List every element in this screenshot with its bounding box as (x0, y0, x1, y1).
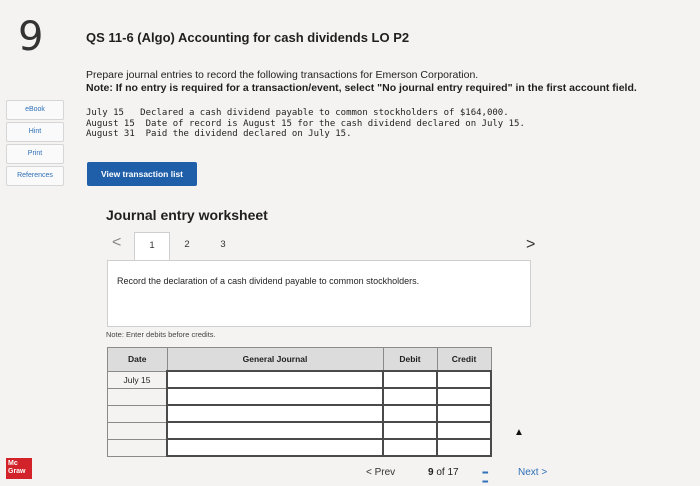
grid-icon[interactable]: ▪▪▪ ▪▪▪ (482, 468, 488, 486)
tab-1[interactable]: 1 (134, 232, 170, 261)
table-row: July 15 (107, 370, 492, 389)
credit-input[interactable] (436, 421, 492, 440)
col-credit: Credit (436, 347, 492, 372)
account-select[interactable] (166, 421, 384, 440)
hint-button[interactable]: Hint (6, 122, 64, 142)
current-page: 9 (428, 467, 434, 478)
col-general-journal: General Journal (166, 347, 384, 372)
table-row (107, 404, 492, 423)
col-date: Date (107, 347, 168, 372)
date-cell (107, 404, 168, 423)
credit-input[interactable] (436, 438, 492, 457)
credit-input[interactable] (436, 404, 492, 423)
transaction-line: August 15 Date of record is August 15 fo… (86, 118, 525, 129)
tab-3[interactable]: 3 (206, 232, 240, 258)
account-select[interactable] (166, 404, 384, 423)
entry-instruction-panel (107, 260, 531, 327)
date-cell (107, 387, 168, 406)
col-debit: Debit (382, 347, 438, 372)
mouse-cursor-icon: ▲ (514, 427, 524, 438)
ebook-button[interactable]: eBook (6, 100, 64, 120)
print-button[interactable]: Print (6, 144, 64, 164)
tab-2[interactable]: 2 (170, 232, 204, 258)
journal-table: Date General Journal Debit Credit July 1… (107, 347, 492, 457)
credit-input[interactable] (436, 370, 492, 389)
date-cell (107, 438, 168, 457)
references-button[interactable]: References (6, 166, 64, 186)
date-cell: July 15 (107, 370, 168, 389)
debit-note: Note: Enter debits before credits. (106, 330, 216, 339)
prev-button[interactable]: < Prev (366, 467, 395, 478)
entry-instruction: Record the declaration of a cash dividen… (117, 276, 420, 286)
account-select[interactable] (166, 370, 384, 389)
account-select[interactable] (166, 387, 384, 406)
debit-input[interactable] (382, 438, 438, 457)
next-button[interactable]: Next > (518, 467, 547, 478)
transaction-line: July 15 Declared a cash dividend payable… (86, 108, 509, 118)
question-instruction: Prepare journal entries to record the fo… (86, 69, 479, 81)
question-number: 9 (18, 14, 44, 60)
sidebar: 9 eBook Hint Print References Mc Graw (0, 0, 70, 479)
view-transaction-list-button[interactable]: View transaction list (87, 162, 197, 186)
credit-input[interactable] (436, 387, 492, 406)
prev-entry-arrow-icon[interactable]: < (112, 234, 121, 252)
question-title: QS 11-6 (Algo) Accounting for cash divid… (86, 30, 410, 45)
transaction-line: August 31 Paid the dividend declared on … (86, 129, 352, 139)
debit-input[interactable] (382, 404, 438, 423)
page-counter: 9 of 17 (428, 467, 459, 478)
next-entry-arrow-icon[interactable]: > (526, 236, 535, 254)
table-row (107, 438, 492, 457)
debit-input[interactable] (382, 387, 438, 406)
debit-input[interactable] (382, 421, 438, 440)
transaction-list: July 15 Declared a cash dividend payable… (86, 108, 525, 140)
table-row (107, 421, 492, 440)
debit-input[interactable] (382, 370, 438, 389)
worksheet-title: Journal entry worksheet (106, 207, 268, 223)
table-header-row: Date General Journal Debit Credit (107, 347, 492, 372)
mcgraw-logo: Mc Graw (6, 458, 32, 479)
account-select[interactable] (166, 438, 384, 457)
table-row (107, 387, 492, 406)
page-total: of 17 (436, 467, 459, 478)
date-cell (107, 421, 168, 440)
question-note: Note: If no entry is required for a tran… (86, 82, 637, 94)
